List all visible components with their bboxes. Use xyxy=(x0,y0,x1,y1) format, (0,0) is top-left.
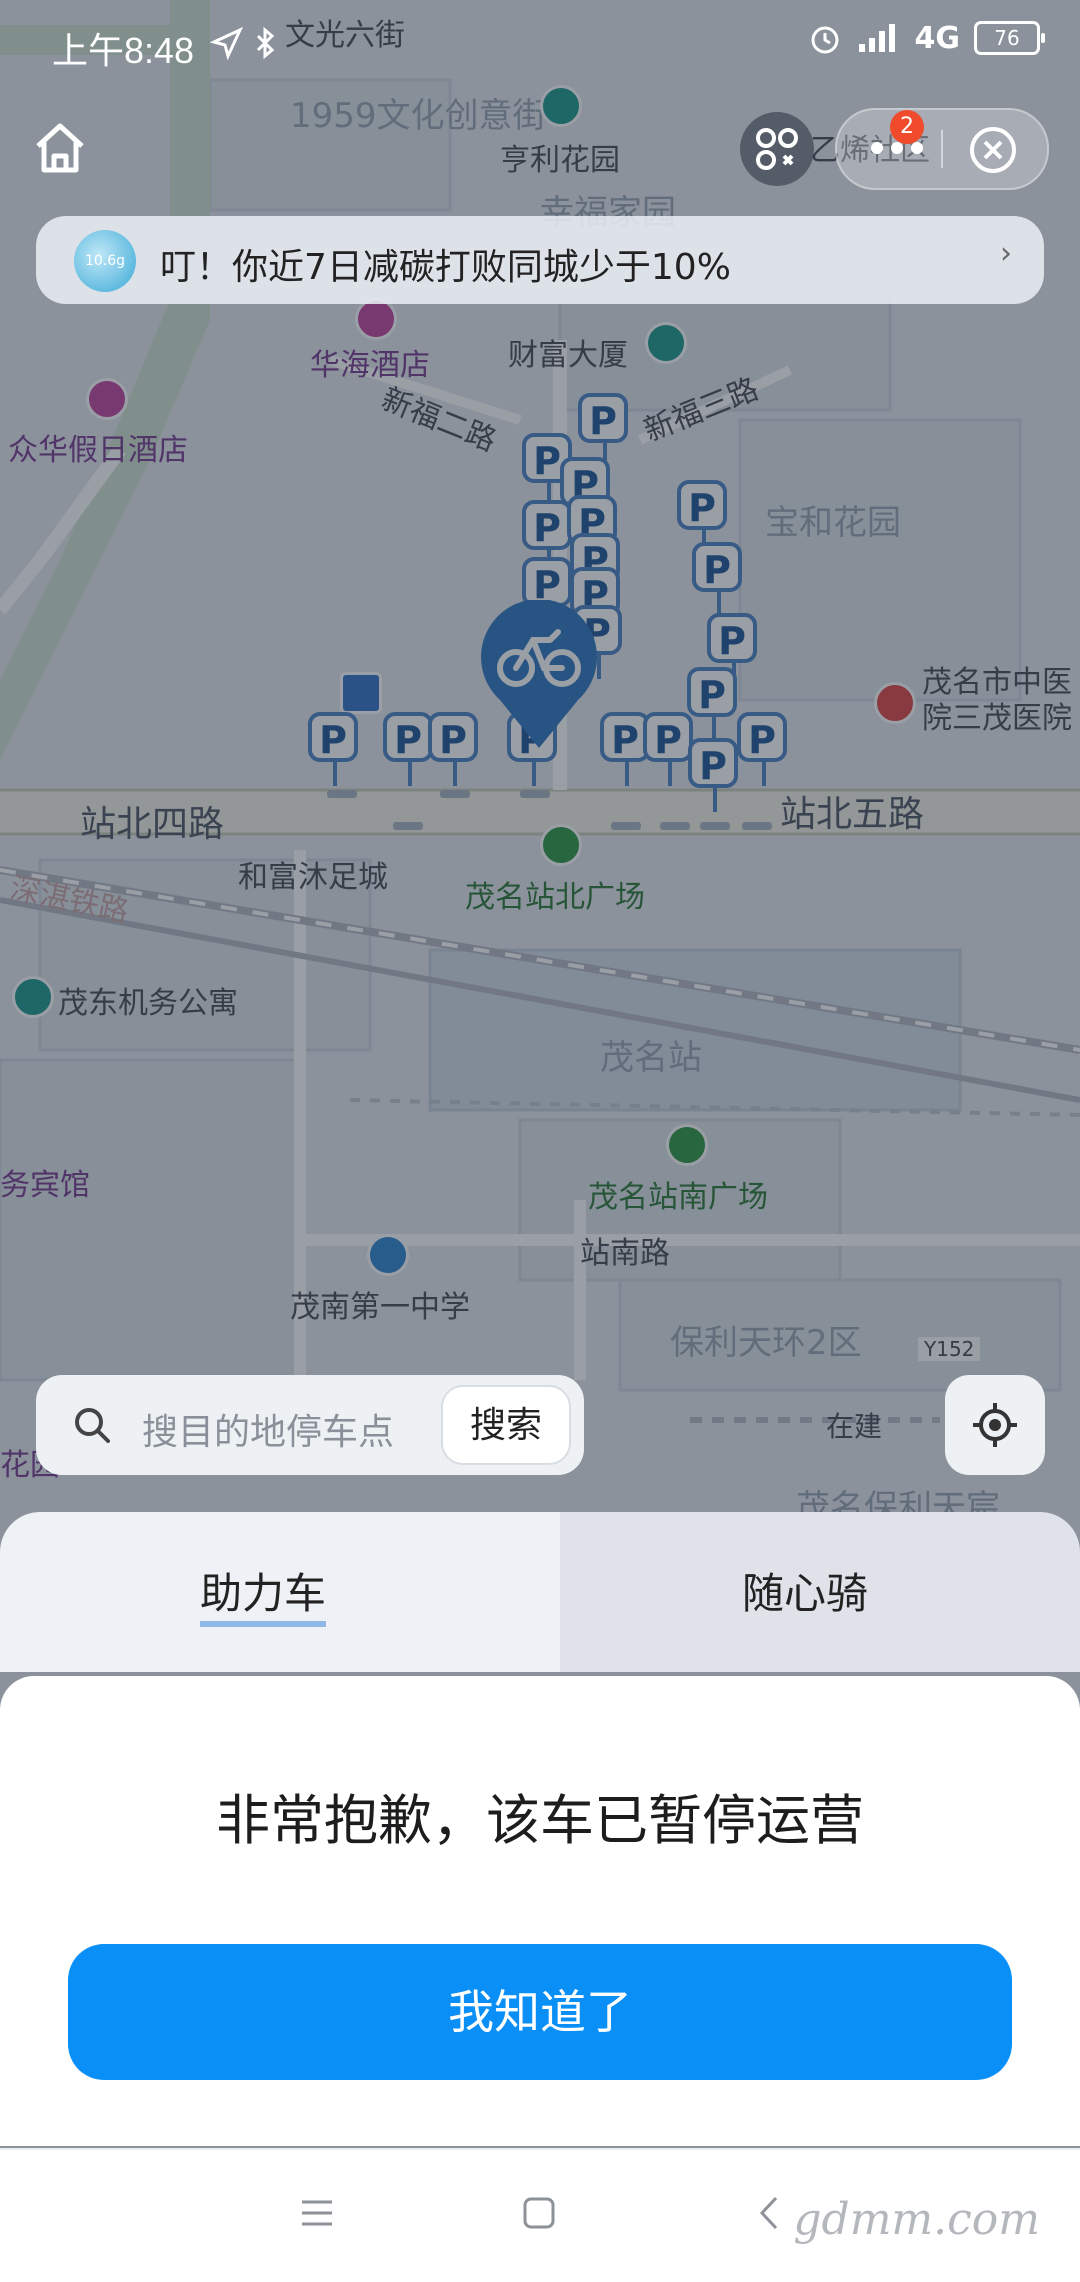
back-icon[interactable] xyxy=(756,2194,780,2232)
map-label: 茂名站 xyxy=(600,1038,702,1078)
scan-icon xyxy=(756,128,798,170)
tab-assist-bike-label: 助力车 xyxy=(200,1560,327,1627)
crosshair-icon xyxy=(973,1403,1017,1447)
hotel-poi-icon[interactable] xyxy=(86,378,128,420)
parking-marker-icon[interactable]: P xyxy=(737,712,787,786)
map-label: 众华假日酒店 xyxy=(8,433,188,468)
watermark-text: gdmm.com xyxy=(793,2194,1040,2245)
map-label: 保利天环2区 xyxy=(670,1323,862,1363)
parking-marker-icon[interactable]: P xyxy=(677,480,727,554)
bike-location-pin-icon[interactable] xyxy=(478,600,600,750)
signal-icon xyxy=(858,24,895,52)
map-label: 亨利花园 xyxy=(500,143,620,178)
status-icons: 4G 76 xyxy=(807,20,1045,56)
status-bar: 上午8:48 4G 76 xyxy=(0,0,1080,90)
school-poi-icon[interactable] xyxy=(367,1234,409,1276)
battery-icon: 76 xyxy=(974,21,1045,55)
parking-marker-icon[interactable]: P xyxy=(428,712,478,786)
map-label: 在建 xyxy=(826,1410,883,1443)
home-nav-icon[interactable] xyxy=(522,2196,556,2230)
bus-stop-icon[interactable] xyxy=(340,672,382,714)
close-icon[interactable] xyxy=(967,124,1019,176)
map-label: 茂名站北广场 xyxy=(465,880,645,915)
parking-marker-icon[interactable]: P xyxy=(692,542,742,616)
map-label: 和富沐足城 xyxy=(238,860,388,895)
building-poi-icon[interactable] xyxy=(645,322,687,364)
map-label: 茂名站南广场 xyxy=(588,1180,768,1215)
parking-marker-icon[interactable]: P xyxy=(522,500,572,574)
map-label: 站北五路 xyxy=(780,794,925,835)
tab-free-ride-label: 随心骑 xyxy=(742,1569,869,1618)
hospital-poi-icon[interactable] xyxy=(874,682,916,724)
park-poi-icon[interactable] xyxy=(540,824,582,866)
search-button[interactable]: 搜索 xyxy=(441,1385,571,1465)
map-label: 务宾馆 xyxy=(0,1168,90,1203)
map-label: 财富大厦 xyxy=(508,338,628,373)
map-label: Y152 xyxy=(918,1337,981,1361)
parking-marker-icon[interactable]: P xyxy=(578,393,628,467)
parking-marker-icon[interactable]: P xyxy=(383,712,433,786)
map-label: 茂名市中医院三茂医院 xyxy=(922,665,1072,736)
map-label: 站北四路 xyxy=(80,804,225,845)
search-icon xyxy=(75,1408,110,1443)
tab-free-ride[interactable]: 随心骑 xyxy=(520,1512,1080,1672)
earth-icon: 10.6g xyxy=(74,230,136,292)
menu-icon[interactable] xyxy=(300,2198,334,2228)
map-label: 华海酒店 xyxy=(310,348,430,383)
dialog-message: 非常抱歉，该车已暂停运营 xyxy=(216,1789,864,1852)
residence-poi-icon[interactable] xyxy=(12,976,54,1018)
parking-marker-icon[interactable]: P xyxy=(707,613,757,687)
status-time: 上午8:48 xyxy=(52,30,195,71)
park-poi-icon[interactable] xyxy=(666,1124,708,1166)
carbon-banner[interactable]: 10.6g 叮！你近7日减碳打败同城少于10% › xyxy=(36,216,1044,304)
system-nav-bar: gdmm.com xyxy=(0,2148,1080,2282)
parking-marker-icon[interactable]: P xyxy=(688,738,738,812)
bluetooth-icon xyxy=(256,26,275,60)
carbon-amount: 10.6g xyxy=(84,253,126,269)
parking-marker-icon[interactable]: P xyxy=(687,667,737,741)
destination-search[interactable]: 搜目的地停车点 搜索 xyxy=(36,1375,584,1475)
map-label: 茂南第一中学 xyxy=(290,1290,470,1325)
map-label: 宝和花园 xyxy=(765,503,901,543)
mini-program-capsule xyxy=(835,108,1049,190)
suspended-dialog: 非常抱歉，该车已暂停运营 我知道了 xyxy=(0,1676,1080,2146)
network-type: 4G xyxy=(914,20,961,56)
banner-text: 叮！你近7日减碳打败同城少于10% xyxy=(160,247,731,288)
parking-marker-icon[interactable]: P xyxy=(643,712,693,786)
map-label: 站南路 xyxy=(580,1236,670,1271)
location-arrow-icon xyxy=(210,26,244,60)
chevron-right-icon: › xyxy=(1000,236,1012,271)
map-label: 1959文化创意街 xyxy=(290,96,547,136)
parking-marker-icon[interactable]: P xyxy=(308,712,358,786)
alarm-icon xyxy=(811,26,838,54)
scan-button[interactable] xyxy=(740,112,814,186)
tab-assist-bike[interactable]: 助力车 xyxy=(0,1512,560,1672)
battery-level: 76 xyxy=(994,26,1020,50)
residence-poi-icon[interactable] xyxy=(540,85,582,127)
home-icon[interactable] xyxy=(30,118,90,178)
confirm-button[interactable]: 我知道了 xyxy=(68,1944,1012,2080)
map-label: 茂东机务公寓 xyxy=(58,986,238,1021)
notification-badge: 2 xyxy=(890,110,924,144)
search-input[interactable]: 搜目的地停车点 xyxy=(142,1403,394,1455)
vehicle-tabs: 随心骑 助力车 xyxy=(0,1512,1080,1672)
locate-button[interactable] xyxy=(945,1375,1045,1475)
hotel-poi-icon[interactable] xyxy=(355,298,397,340)
